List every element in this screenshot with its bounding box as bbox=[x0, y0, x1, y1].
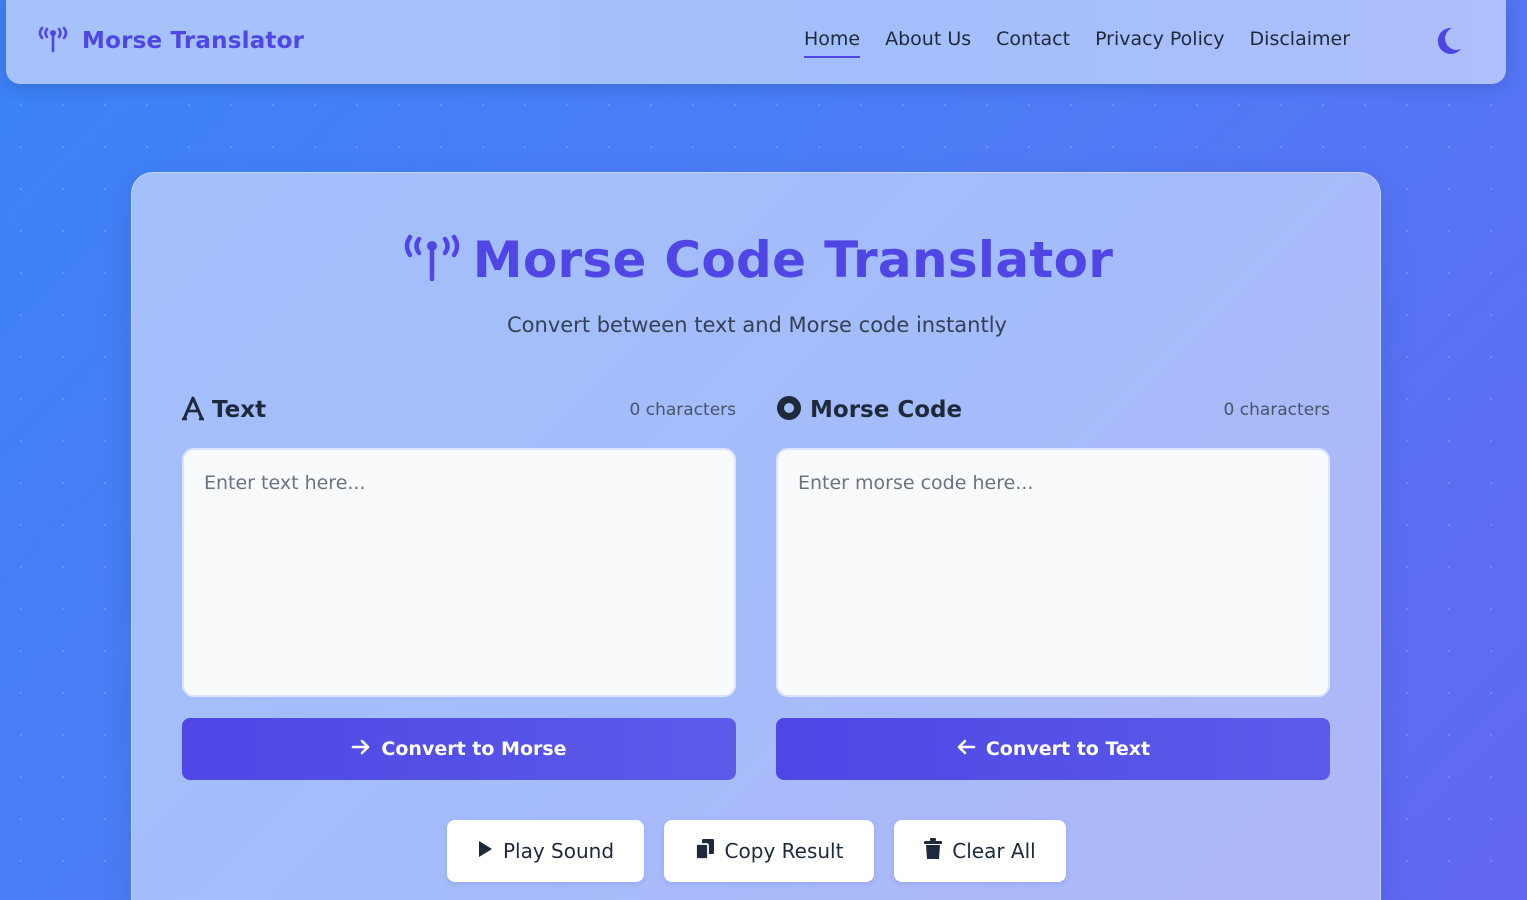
morse-input[interactable] bbox=[776, 448, 1330, 697]
trash-icon bbox=[924, 837, 943, 865]
convert-to-text-label: Convert to Text bbox=[985, 738, 1151, 760]
font-icon bbox=[182, 395, 204, 425]
convert-to-text-button[interactable]: Convert to Text bbox=[776, 718, 1330, 780]
broadcast-icon bbox=[36, 24, 70, 58]
record-circle-icon bbox=[776, 395, 802, 425]
text-char-count: 0 characters bbox=[629, 400, 736, 420]
copy-result-button[interactable]: Copy Result bbox=[664, 820, 874, 882]
broadcast-icon bbox=[401, 231, 463, 289]
clear-all-label: Clear All bbox=[952, 839, 1036, 863]
text-input[interactable] bbox=[182, 448, 736, 697]
nav-link-about-us[interactable]: About Us bbox=[885, 28, 971, 58]
brand-logo[interactable]: Morse Translator bbox=[36, 24, 304, 58]
nav-link-contact[interactable]: Contact bbox=[996, 28, 1070, 58]
nav-link-privacy-policy[interactable]: Privacy Policy bbox=[1095, 28, 1224, 58]
play-sound-label: Play Sound bbox=[502, 839, 615, 863]
play-sound-button[interactable]: Play Sound bbox=[447, 820, 644, 882]
brand-name: Morse Translator bbox=[82, 28, 305, 54]
page-title: Morse Code Translator bbox=[472, 231, 1114, 289]
morse-panel-label: Morse Code bbox=[810, 397, 963, 423]
page-subtitle: Convert between text and Morse code inst… bbox=[507, 313, 1007, 337]
translator-card: Morse Code Translator Convert between te… bbox=[131, 172, 1381, 900]
convert-to-morse-label: Convert to Morse bbox=[381, 738, 567, 760]
nav-link-disclaimer[interactable]: Disclaimer bbox=[1250, 28, 1350, 58]
nav-links: Home About Us Contact Privacy Policy Dis… bbox=[804, 28, 1375, 58]
clear-all-button[interactable]: Clear All bbox=[894, 820, 1066, 882]
copy-icon bbox=[694, 838, 715, 865]
arrow-right-icon bbox=[351, 738, 371, 761]
theme-toggle-button[interactable] bbox=[1433, 24, 1465, 58]
arrow-left-icon bbox=[956, 738, 976, 761]
moon-icon bbox=[1433, 27, 1465, 62]
morse-char-count: 0 characters bbox=[1223, 400, 1330, 420]
title-row: Morse Code Translator bbox=[132, 231, 1382, 289]
morse-panel-header: Morse Code bbox=[776, 395, 962, 425]
convert-to-morse-button[interactable]: Convert to Morse bbox=[182, 718, 736, 780]
copy-result-label: Copy Result bbox=[724, 839, 844, 863]
top-navbar: Morse Translator Home About Us Contact P… bbox=[6, 0, 1506, 84]
play-icon bbox=[477, 839, 493, 863]
nav-link-home[interactable]: Home bbox=[804, 28, 861, 58]
text-panel-label: Text bbox=[212, 397, 267, 423]
text-panel-header: Text bbox=[182, 395, 266, 425]
